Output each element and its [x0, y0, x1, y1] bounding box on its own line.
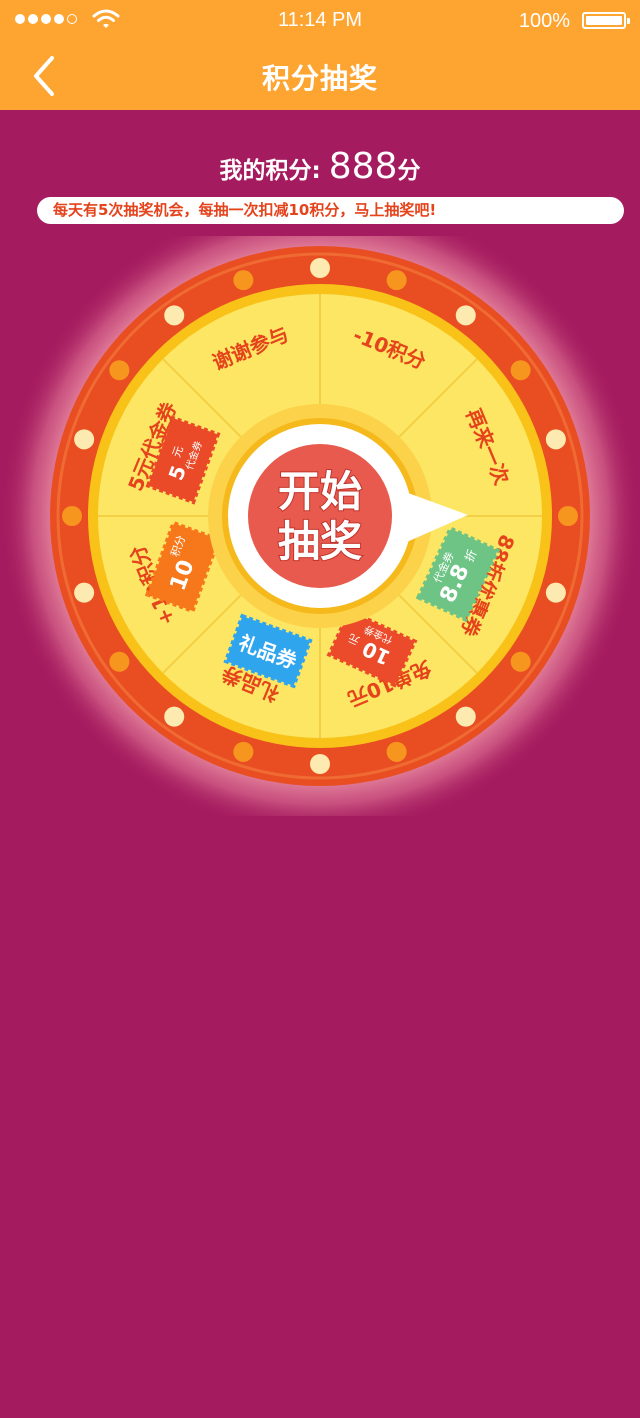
lottery-wheel: -10积分再来一次88折优惠券免单10元礼品券+10积分5元代金券谢谢参与 8.…: [0, 236, 640, 816]
battery-percent: 100%: [518, 10, 570, 32]
wheel-bulb: [558, 506, 578, 526]
wheel-bulb: [386, 741, 407, 762]
my-points: 我的积分: 888分: [0, 146, 640, 187]
wheel-bulb: [74, 429, 95, 450]
wheel-bulb: [109, 360, 130, 381]
points-unit: 分: [397, 158, 421, 184]
points-label: 我的积分:: [219, 158, 321, 184]
wheel-bulb: [455, 305, 476, 326]
wheel-bulb: [233, 270, 254, 291]
wheel-bulb: [510, 651, 531, 672]
nav-bar: 积分抽奖: [0, 40, 640, 110]
wheel-bulb: [386, 270, 407, 291]
start-draw-button[interactable]: [248, 446, 368, 566]
wheel-bulb: [164, 706, 185, 727]
wheel-bulb: [233, 741, 254, 762]
wheel-bulb: [545, 429, 566, 450]
wheel-bulb: [310, 258, 330, 278]
status-bar: 11:14 PM 100%: [0, 0, 640, 40]
wheel-bulb: [455, 706, 476, 727]
page-title: 积分抽奖: [261, 62, 378, 95]
wheel-bulb: [510, 360, 531, 381]
wheel-bulb: [545, 582, 566, 603]
wheel-bulb: [310, 754, 330, 774]
wheel-bulb: [164, 305, 185, 326]
wheel-bulb: [109, 651, 130, 672]
wheel-bulb: [62, 506, 82, 526]
notice-banner: 每天有5次抽奖机会，每抽一次扣减10积分，马上抽奖吧!: [37, 197, 624, 224]
battery-icon: [582, 12, 630, 29]
wheel-bulb: [74, 582, 95, 603]
points-value: 888: [328, 146, 398, 187]
